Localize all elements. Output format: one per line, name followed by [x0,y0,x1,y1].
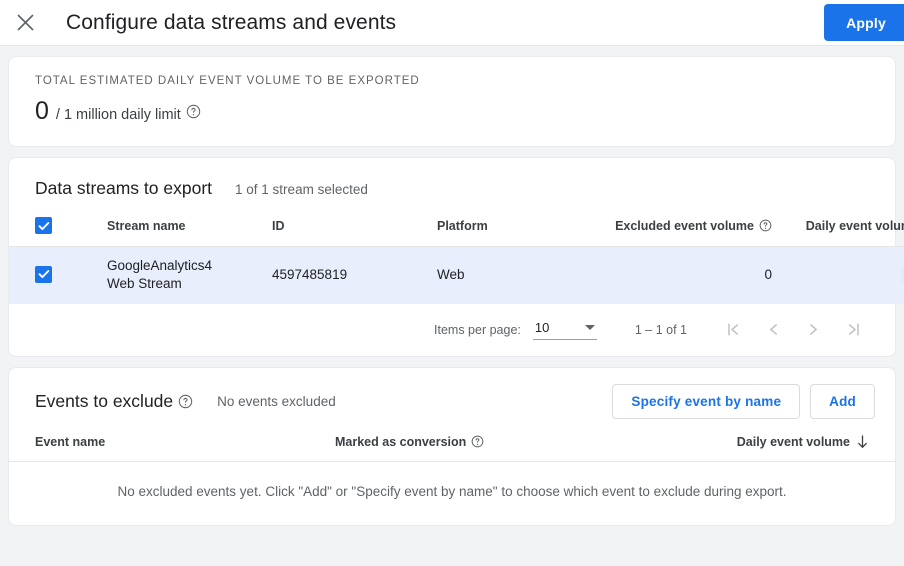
column-header-event-name[interactable]: Event name [9,434,335,462]
specify-event-by-name-button[interactable]: Specify event by name [612,383,801,419]
page-range-label: 1 – 1 of 1 [634,322,687,337]
table-paginator: Items per page: 10 1 – 1 of 1 [9,304,895,356]
apply-button[interactable]: Apply [824,4,904,41]
column-header-daily-event-volume[interactable]: Daily event volume [715,434,895,462]
arrow-down-icon [856,435,869,449]
stream-selection-summary: 1 of 1 stream selected [235,182,368,197]
help-circle-icon[interactable] [759,219,772,232]
column-header-stream-name[interactable]: Stream name [107,217,272,247]
events-empty-message: No excluded events yet. Click "Add" or "… [117,483,787,499]
dialog-toolbar: Configure data streams and events Apply [0,0,904,46]
add-event-button[interactable]: Add [810,383,875,419]
chevron-down-icon [584,324,595,330]
column-header-daily-event-volume[interactable]: Daily event volume [778,217,904,247]
total-volume-value-row: 0 / 1 million daily limit [35,99,869,124]
chevron-left-icon[interactable] [753,310,793,350]
items-per-page-select[interactable]: 10 [532,319,597,340]
events-table: Event name Marked as conversion Daily ev… [9,434,895,462]
cell-stream-id: 4597485819 [272,246,437,304]
total-volume-card: TOTAL ESTIMATED DAILY EVENT VOLUME TO BE… [8,56,896,147]
help-circle-icon[interactable] [178,394,193,409]
cell-stream-name: GoogleAnalytics4 Web Stream [107,246,272,304]
dialog-body: TOTAL ESTIMATED DAILY EVENT VOLUME TO BE… [0,56,904,526]
column-header-marked-as-conversion[interactable]: Marked as conversion [335,434,715,462]
events-actions: Specify event by name Add [612,383,875,419]
help-circle-icon[interactable] [471,435,484,448]
data-streams-table: Stream name ID Platform Excluded event v… [9,217,904,304]
data-streams-title: Data streams to export [35,178,213,198]
events-header: Events to exclude No events excluded Spe… [9,368,895,435]
marked-as-conversion-label: Marked as conversion [335,434,467,449]
cell-excluded-event-volume: 0 [597,246,778,304]
items-per-page-value: 10 [534,319,550,335]
total-volume-label: TOTAL ESTIMATED DAILY EVENT VOLUME TO BE… [35,75,420,87]
stream-name-line-1: GoogleAnalytics4 [107,257,213,273]
first-page-icon[interactable] [713,310,753,350]
select-all-checkbox[interactable] [35,217,52,234]
help-circle-icon[interactable] [186,104,201,119]
cell-daily-event-volume [778,246,904,304]
column-header-excluded-event-volume[interactable]: Excluded event volume [597,217,778,247]
page-title: Configure data streams and events [66,10,397,34]
cell-platform: Web [437,246,597,304]
excluded-event-volume-label: Excluded event volume [615,218,754,233]
chevron-right-icon[interactable] [793,310,833,350]
items-per-page-label: Items per page: [434,322,521,337]
data-streams-header: Data streams to export 1 of 1 stream sel… [9,158,895,199]
events-to-exclude-card: Events to exclude No events excluded Spe… [8,366,896,526]
table-row[interactable]: GoogleAnalytics4 Web Stream 4597485819 W… [9,246,904,304]
daily-event-volume-label: Daily event volume [805,218,904,233]
column-header-id[interactable]: ID [272,217,437,247]
select-all-header [9,217,107,247]
total-volume-limit: / 1 million daily limit [55,107,181,123]
row-select-cell [9,246,107,304]
row-checkbox[interactable] [35,265,52,283]
last-page-icon[interactable] [833,310,873,350]
column-header-platform[interactable]: Platform [437,217,597,247]
total-volume-value: 0 [35,97,49,125]
table-header-row: Stream name ID Platform Excluded event v… [9,217,904,247]
data-streams-card: Data streams to export 1 of 1 stream sel… [8,157,904,357]
events-title: Events to exclude [35,390,174,411]
table-header-row: Event name Marked as conversion Daily ev… [9,434,895,462]
stream-name-line-2: Web Stream [107,275,182,291]
close-icon[interactable] [13,11,37,35]
events-summary: No events excluded [217,393,336,409]
daily-event-volume-label: Daily event volume [736,434,850,449]
